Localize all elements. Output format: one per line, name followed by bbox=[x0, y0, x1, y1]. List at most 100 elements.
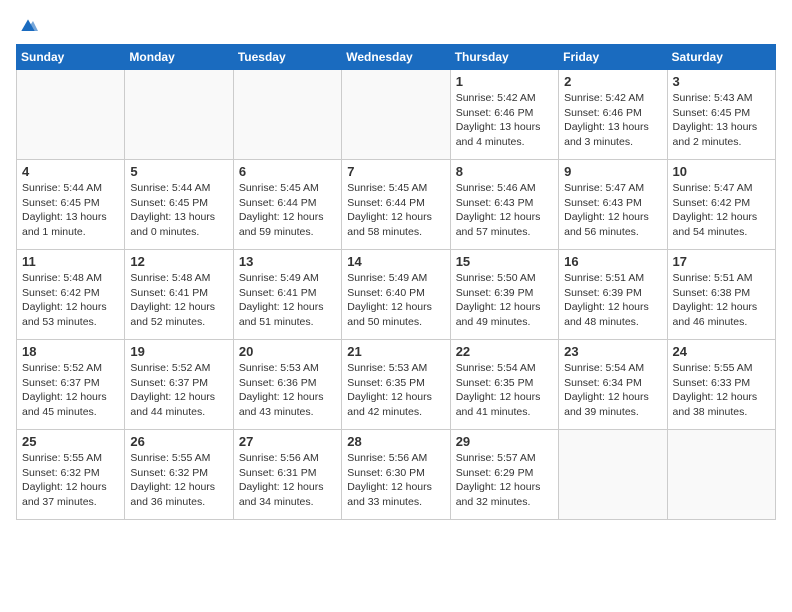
day-number: 20 bbox=[239, 344, 336, 359]
day-info: Sunrise: 5:42 AMSunset: 6:46 PMDaylight:… bbox=[456, 91, 553, 150]
calendar-cell: 25 Sunrise: 5:55 AMSunset: 6:32 PMDayligh… bbox=[17, 430, 125, 520]
calendar-cell: 26 Sunrise: 5:55 AMSunset: 6:32 PMDayligh… bbox=[125, 430, 233, 520]
day-number: 29 bbox=[456, 434, 553, 449]
day-info: Sunrise: 5:51 AMSunset: 6:38 PMDaylight:… bbox=[673, 271, 770, 330]
calendar-cell: 29Sunrise: 5:57 AMSunset: 6:29 PMDayligh… bbox=[450, 430, 558, 520]
calendar-cell: 10 Sunrise: 5:47 AMSunset: 6:42 PMDayligh… bbox=[667, 160, 775, 250]
day-info: Sunrise: 5:53 AMSunset: 6:35 PMDaylight:… bbox=[347, 361, 444, 420]
day-number: 8 bbox=[456, 164, 553, 179]
calendar-week-1: 1 Sunrise: 5:42 AMSunset: 6:46 PMDaylight… bbox=[17, 70, 776, 160]
day-info: Sunrise: 5:47 AMSunset: 6:42 PMDaylight:… bbox=[673, 181, 770, 240]
day-number: 1 bbox=[456, 74, 553, 89]
day-number: 10 bbox=[673, 164, 770, 179]
day-info: Sunrise: 5:49 AMSunset: 6:40 PMDaylight:… bbox=[347, 271, 444, 330]
weekday-header-wednesday: Wednesday bbox=[342, 45, 450, 70]
day-info: Sunrise: 5:45 AMSunset: 6:44 PMDaylight:… bbox=[347, 181, 444, 240]
day-number: 13 bbox=[239, 254, 336, 269]
calendar-cell: 4Sunrise: 5:44 AMSunset: 6:45 PMDaylight… bbox=[17, 160, 125, 250]
day-number: 27 bbox=[239, 434, 336, 449]
day-info: Sunrise: 5:51 AMSunset: 6:39 PMDaylight:… bbox=[564, 271, 661, 330]
day-number: 9 bbox=[564, 164, 661, 179]
calendar-cell: 3 Sunrise: 5:43 AMSunset: 6:45 PMDaylight… bbox=[667, 70, 775, 160]
weekday-header-thursday: Thursday bbox=[450, 45, 558, 70]
day-info: Sunrise: 5:55 AMSunset: 6:32 PMDaylight:… bbox=[22, 451, 119, 510]
calendar-cell bbox=[17, 70, 125, 160]
day-info: Sunrise: 5:48 AMSunset: 6:42 PMDaylight:… bbox=[22, 271, 119, 330]
calendar-cell: 15 Sunrise: 5:50 AMSunset: 6:39 PMDayligh… bbox=[450, 250, 558, 340]
calendar-cell: 12Sunrise: 5:48 AMSunset: 6:41 PMDayligh… bbox=[125, 250, 233, 340]
calendar-cell bbox=[125, 70, 233, 160]
day-number: 14 bbox=[347, 254, 444, 269]
day-info: Sunrise: 5:54 AMSunset: 6:34 PMDaylight:… bbox=[564, 361, 661, 420]
day-info: Sunrise: 5:55 AMSunset: 6:32 PMDaylight:… bbox=[130, 451, 227, 510]
day-info: Sunrise: 5:50 AMSunset: 6:39 PMDaylight:… bbox=[456, 271, 553, 330]
day-number: 6 bbox=[239, 164, 336, 179]
calendar-cell: 28Sunrise: 5:56 AMSunset: 6:30 PMDayligh… bbox=[342, 430, 450, 520]
day-number: 21 bbox=[347, 344, 444, 359]
calendar-cell bbox=[342, 70, 450, 160]
calendar-cell: 19 Sunrise: 5:52 AMSunset: 6:37 PMDayligh… bbox=[125, 340, 233, 430]
day-number: 23 bbox=[564, 344, 661, 359]
calendar-cell: 20 Sunrise: 5:53 AMSunset: 6:36 PMDayligh… bbox=[233, 340, 341, 430]
calendar-cell: 7 Sunrise: 5:45 AMSunset: 6:44 PMDaylight… bbox=[342, 160, 450, 250]
day-number: 18 bbox=[22, 344, 119, 359]
day-number: 16 bbox=[564, 254, 661, 269]
page-header bbox=[16, 16, 776, 36]
calendar-cell: 1 Sunrise: 5:42 AMSunset: 6:46 PMDaylight… bbox=[450, 70, 558, 160]
day-info: Sunrise: 5:42 AMSunset: 6:46 PMDaylight:… bbox=[564, 91, 661, 150]
calendar-cell bbox=[559, 430, 667, 520]
day-number: 2 bbox=[564, 74, 661, 89]
day-info: Sunrise: 5:48 AMSunset: 6:41 PMDaylight:… bbox=[130, 271, 227, 330]
calendar-cell: 2 Sunrise: 5:42 AMSunset: 6:46 PMDaylight… bbox=[559, 70, 667, 160]
day-number: 7 bbox=[347, 164, 444, 179]
day-info: Sunrise: 5:56 AMSunset: 6:31 PMDaylight:… bbox=[239, 451, 336, 510]
logo-icon bbox=[18, 16, 38, 36]
calendar-body: 1 Sunrise: 5:42 AMSunset: 6:46 PMDaylight… bbox=[17, 70, 776, 520]
calendar-cell: 22 Sunrise: 5:54 AMSunset: 6:35 PMDayligh… bbox=[450, 340, 558, 430]
calendar-week-4: 18 Sunrise: 5:52 AMSunset: 6:37 PMDayligh… bbox=[17, 340, 776, 430]
logo bbox=[16, 16, 38, 36]
day-info: Sunrise: 5:47 AMSunset: 6:43 PMDaylight:… bbox=[564, 181, 661, 240]
calendar-cell: 8Sunrise: 5:46 AMSunset: 6:43 PMDaylight… bbox=[450, 160, 558, 250]
weekday-header-friday: Friday bbox=[559, 45, 667, 70]
calendar-cell: 14 Sunrise: 5:49 AMSunset: 6:40 PMDayligh… bbox=[342, 250, 450, 340]
day-number: 5 bbox=[130, 164, 227, 179]
calendar-cell: 13Sunrise: 5:49 AMSunset: 6:41 PMDayligh… bbox=[233, 250, 341, 340]
day-number: 3 bbox=[673, 74, 770, 89]
calendar-week-2: 4 Sunrise: 5:44 AMSunset: 6:45 PMDaylight… bbox=[17, 160, 776, 250]
calendar-cell: 17 Sunrise: 5:51 AMSunset: 6:38 PMDayligh… bbox=[667, 250, 775, 340]
day-info: Sunrise: 5:53 AMSunset: 6:36 PMDaylight:… bbox=[239, 361, 336, 420]
day-number: 17 bbox=[673, 254, 770, 269]
calendar-week-5: 25 Sunrise: 5:55 AMSunset: 6:32 PMDayligh… bbox=[17, 430, 776, 520]
day-info: Sunrise: 5:52 AMSunset: 6:37 PMDaylight:… bbox=[22, 361, 119, 420]
day-info: Sunrise: 5:44 AMSunset: 6:45 PMDaylight:… bbox=[130, 181, 227, 240]
calendar-header: SundayMondayTuesdayWednesdayThursdayFrid… bbox=[17, 45, 776, 70]
day-number: 26 bbox=[130, 434, 227, 449]
calendar-cell: 5 Sunrise: 5:44 AMSunset: 6:45 PMDaylight… bbox=[125, 160, 233, 250]
calendar-cell bbox=[233, 70, 341, 160]
calendar-cell: 9 Sunrise: 5:47 AMSunset: 6:43 PMDaylight… bbox=[559, 160, 667, 250]
calendar-cell: 27 Sunrise: 5:56 AMSunset: 6:31 PMDayligh… bbox=[233, 430, 341, 520]
day-info: Sunrise: 5:43 AMSunset: 6:45 PMDaylight:… bbox=[673, 91, 770, 150]
calendar-cell: 16 Sunrise: 5:51 AMSunset: 6:39 PMDayligh… bbox=[559, 250, 667, 340]
day-info: Sunrise: 5:45 AMSunset: 6:44 PMDaylight:… bbox=[239, 181, 336, 240]
day-number: 19 bbox=[130, 344, 227, 359]
calendar-cell: 21 Sunrise: 5:53 AMSunset: 6:35 PMDayligh… bbox=[342, 340, 450, 430]
day-number: 24 bbox=[673, 344, 770, 359]
day-info: Sunrise: 5:56 AMSunset: 6:30 PMDaylight:… bbox=[347, 451, 444, 510]
day-number: 15 bbox=[456, 254, 553, 269]
calendar-table: SundayMondayTuesdayWednesdayThursdayFrid… bbox=[16, 44, 776, 520]
day-number: 22 bbox=[456, 344, 553, 359]
calendar-week-3: 11Sunrise: 5:48 AMSunset: 6:42 PMDayligh… bbox=[17, 250, 776, 340]
day-info: Sunrise: 5:54 AMSunset: 6:35 PMDaylight:… bbox=[456, 361, 553, 420]
day-number: 25 bbox=[22, 434, 119, 449]
day-info: Sunrise: 5:55 AMSunset: 6:33 PMDaylight:… bbox=[673, 361, 770, 420]
weekday-header-sunday: Sunday bbox=[17, 45, 125, 70]
weekday-header-saturday: Saturday bbox=[667, 45, 775, 70]
weekday-header-tuesday: Tuesday bbox=[233, 45, 341, 70]
calendar-cell bbox=[667, 430, 775, 520]
calendar-cell: 6 Sunrise: 5:45 AMSunset: 6:44 PMDaylight… bbox=[233, 160, 341, 250]
day-info: Sunrise: 5:52 AMSunset: 6:37 PMDaylight:… bbox=[130, 361, 227, 420]
weekday-header-monday: Monday bbox=[125, 45, 233, 70]
day-number: 4 bbox=[22, 164, 119, 179]
